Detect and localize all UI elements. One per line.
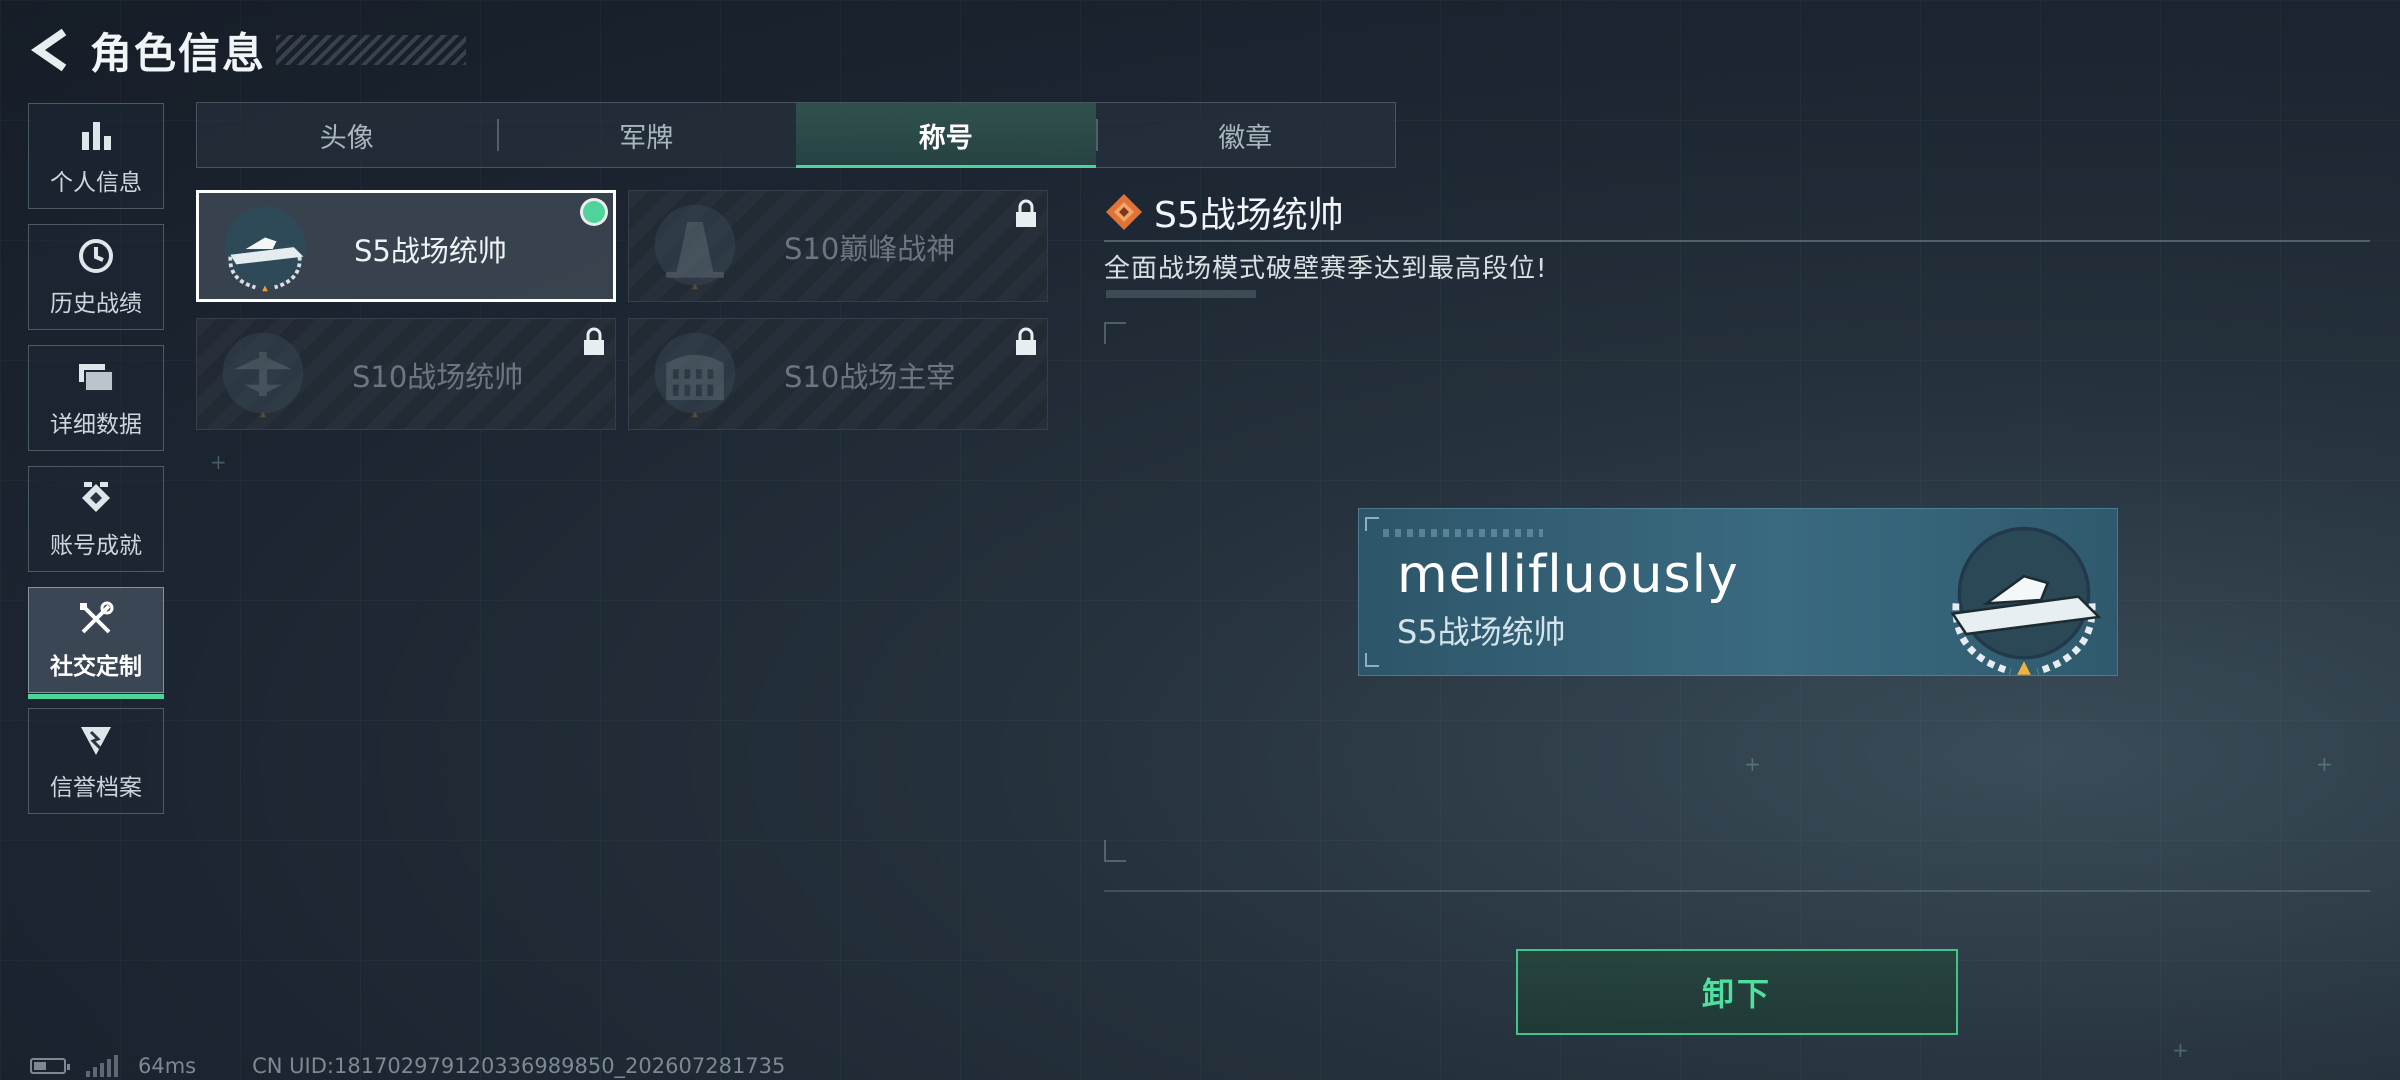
lock-icon (584, 327, 604, 355)
detail-decoration (1106, 290, 1256, 298)
nav-item-achievements[interactable]: 账号成就 (28, 466, 164, 572)
credit-shield-icon (76, 720, 116, 760)
nav-item-label: 信誉档案 (50, 775, 142, 801)
tab-dog-tag[interactable]: 军牌 (496, 103, 797, 167)
tools-icon (76, 599, 116, 639)
corner-decoration (1365, 653, 1379, 667)
title-card-name: S10巅峰战神 (784, 232, 956, 266)
unequip-button[interactable]: 卸下 (1516, 949, 1958, 1035)
rank-diamond-icon (1106, 194, 1142, 230)
detail-header: S5战场统帅 (1104, 186, 1344, 238)
divider (1104, 240, 2370, 242)
title-card-s10-peak-god[interactable]: S10巅峰战神 (628, 190, 1048, 302)
speedboat-badge-icon (224, 206, 306, 292)
title-card-name: S5战场统帅 (354, 234, 507, 268)
detail-description: 全面战场模式破壁赛季达到最高段位! (1104, 254, 1548, 284)
nameplate-decoration (1383, 529, 1543, 537)
crosshair-decoration: + (210, 450, 227, 474)
nav-item-history[interactable]: 历史战绩 (28, 224, 164, 330)
nav-item-label: 个人信息 (50, 170, 142, 196)
crosshair-decoration: + (2172, 1038, 2189, 1062)
side-nav: 个人信息 历史战绩 详细数据 账号成就 社交定制 信誉档案 (28, 103, 166, 829)
category-tabs: 头像 军牌 称号 徽章 (196, 102, 1396, 168)
nav-item-label: 社交定制 (50, 654, 142, 680)
title-card-name: S10战场统帅 (352, 360, 524, 394)
tab-avatar[interactable]: 头像 (197, 103, 497, 167)
tab-emblem[interactable]: 徽章 (1095, 103, 1396, 167)
battery-icon (30, 1058, 70, 1074)
nav-item-label: 历史战绩 (50, 291, 142, 317)
nav-item-credit-file[interactable]: 信誉档案 (28, 708, 164, 814)
lock-icon (1016, 199, 1036, 227)
detail-title: S5战场统帅 (1154, 195, 1344, 236)
status-bar: 64ms CN UID:1817029791203369898​50_20260… (30, 1054, 785, 1078)
speedboat-badge-icon (1950, 526, 2102, 675)
nav-item-detailed-data[interactable]: 详细数据 (28, 345, 164, 451)
aircraft-badge-icon (222, 332, 304, 418)
achievement-icon (76, 478, 116, 518)
signal-icon (86, 1055, 118, 1077)
header: 角色信息 (28, 20, 467, 80)
user-uid: CN UID:1817029791203369898​50_2026072817… (252, 1054, 786, 1078)
clock-icon (76, 236, 116, 276)
preview-title: S5战场统帅 (1397, 613, 1566, 651)
title-decoration (276, 35, 467, 65)
tab-title[interactable]: 称号 (796, 103, 1096, 168)
title-card-s5-commander[interactable]: S5战场统帅 (196, 190, 616, 302)
folders-icon (76, 357, 116, 397)
colosseum-badge-icon (654, 332, 736, 418)
lock-icon (1016, 327, 1036, 355)
preview-username: mellifluously (1397, 545, 1739, 605)
back-arrow-icon (30, 28, 67, 72)
page-title: 角色信息 (90, 28, 267, 78)
title-card-name: S10战场主宰 (784, 360, 956, 394)
nav-item-personal-info[interactable]: 个人信息 (28, 103, 164, 209)
back-button[interactable] (28, 26, 72, 74)
tower-badge-icon (654, 204, 736, 290)
nav-item-label: 详细数据 (50, 412, 142, 438)
corner-decoration (1365, 517, 1379, 531)
nav-item-label: 账号成就 (50, 533, 142, 559)
nameplate-preview: mellifluously S5战场统帅 (1358, 508, 2118, 676)
bar-chart-icon (76, 115, 116, 155)
ping-value: 64ms (138, 1054, 197, 1078)
title-card-s10-commander[interactable]: S10战场统帅 (196, 318, 616, 430)
unequip-button-label: 卸下 (1701, 975, 1772, 1013)
equipped-indicator (583, 201, 605, 223)
nav-item-social-custom[interactable]: 社交定制 (28, 587, 164, 699)
title-card-s10-dominator[interactable]: S10战场主宰 (628, 318, 1048, 430)
